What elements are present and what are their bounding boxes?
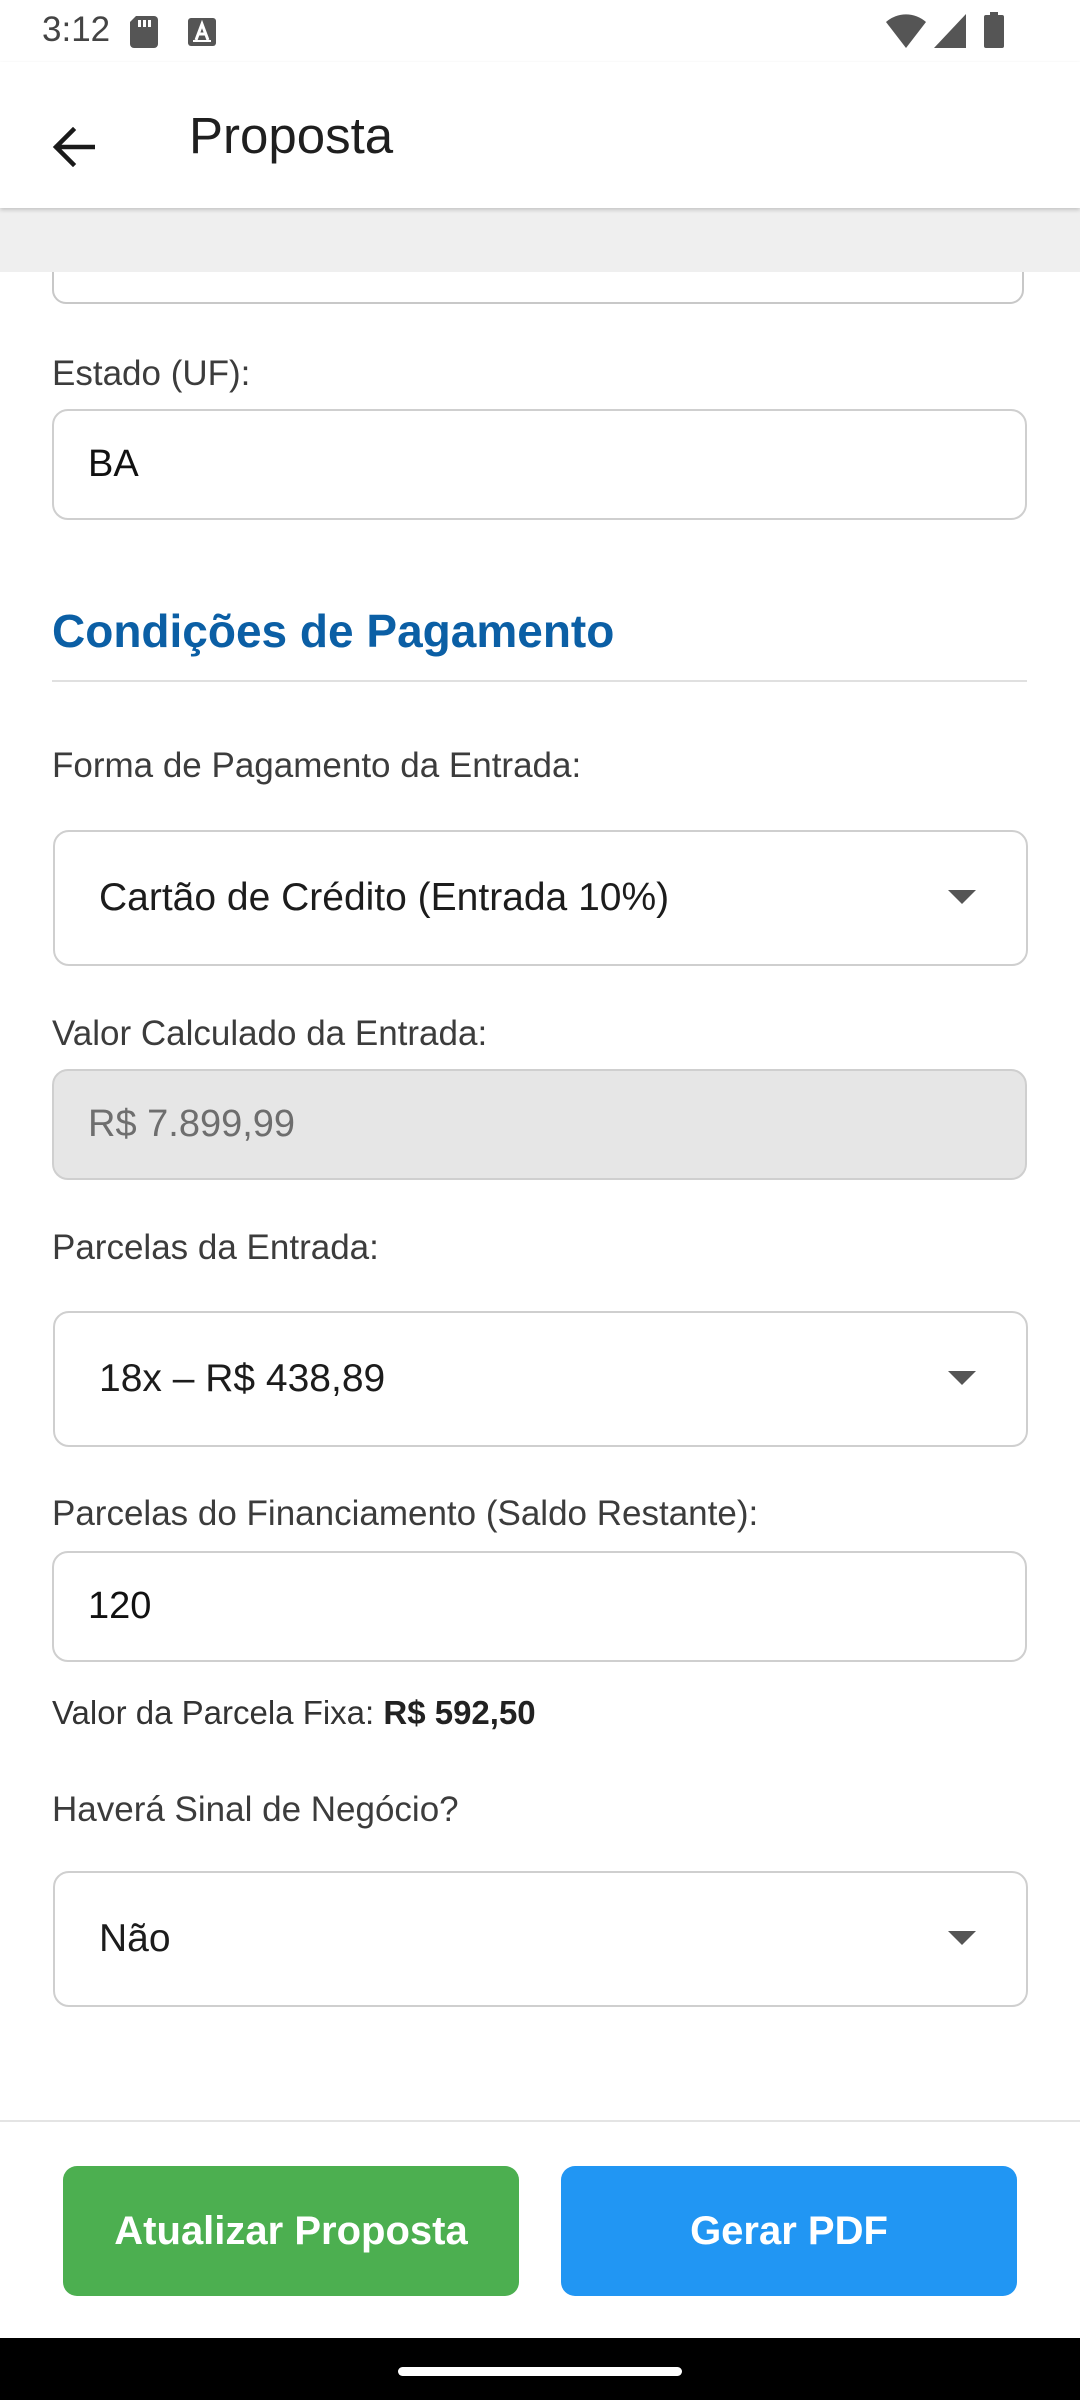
down-payment-method-value: Cartão de Crédito (Entrada 10%): [99, 876, 670, 919]
section-divider: [52, 680, 1027, 682]
status-bar: 3:12: [0, 0, 1080, 62]
app-bar: Proposta: [0, 62, 1080, 208]
state-label: Estado (UF):: [52, 354, 251, 393]
dropdown-arrow-icon: [948, 1931, 976, 1945]
bottom-action-bar: Atualizar Proposta Gerar PDF: [0, 2120, 1080, 2338]
deal-signal-label: Haverá Sinal de Negócio?: [52, 1790, 459, 1829]
previous-field[interactable]: [52, 272, 1024, 304]
down-payment-method-label: Forma de Pagamento da Entrada:: [52, 746, 582, 785]
content-top-strip: [0, 208, 1080, 272]
down-payment-installments-dropdown[interactable]: 18x – R$ 438,89: [53, 1311, 1028, 1447]
page-title: Proposta: [189, 107, 394, 164]
form-content[interactable]: Estado (UF): BA Condições de Pagamento F…: [0, 272, 1080, 2120]
signal-icon: [934, 14, 966, 53]
down-payment-installments-label: Parcelas da Entrada:: [52, 1228, 379, 1267]
arrow-left-icon: [52, 127, 95, 167]
sd-card-icon: [130, 16, 158, 53]
home-gesture-handle[interactable]: [398, 2367, 682, 2376]
update-proposal-button[interactable]: Atualizar Proposta: [63, 2166, 519, 2296]
fixed-installment-text: Valor da Parcela Fixa: R$ 592,50: [52, 1694, 536, 1732]
down-payment-method-dropdown[interactable]: Cartão de Crédito (Entrada 10%): [53, 830, 1028, 966]
down-payment-installments-value: 18x – R$ 438,89: [99, 1357, 386, 1400]
down-payment-value: R$ 7.899,99: [88, 1103, 296, 1145]
fixed-installment-label: Valor da Parcela Fixa:: [52, 1694, 384, 1731]
section-title: Condições de Pagamento: [52, 605, 615, 657]
fixed-installment-amount: R$ 592,50: [383, 1694, 536, 1731]
financing-installments-label: Parcelas do Financiamento (Saldo Restant…: [52, 1494, 759, 1533]
state-value: BA: [88, 443, 139, 485]
down-payment-value-field: R$ 7.899,99: [52, 1069, 1027, 1180]
battery-icon: [984, 12, 1004, 53]
screen: 3:12 Proposta Estado (UF): BA Condições …: [0, 0, 1080, 2400]
generate-pdf-button[interactable]: Gerar PDF: [561, 2166, 1017, 2296]
state-field[interactable]: BA: [52, 409, 1027, 520]
dropdown-arrow-icon: [948, 1371, 976, 1385]
system-nav-bar: [0, 2338, 1080, 2400]
financing-installments-field[interactable]: 120: [52, 1551, 1027, 1662]
deal-signal-value: Não: [99, 1917, 171, 1960]
back-button[interactable]: [30, 104, 116, 190]
financing-installments-value: 120: [88, 1585, 152, 1627]
deal-signal-dropdown[interactable]: Não: [53, 1871, 1028, 2007]
dropdown-arrow-icon: [948, 890, 976, 904]
down-payment-value-label: Valor Calculado da Entrada:: [52, 1014, 488, 1053]
status-time: 3:12: [42, 10, 111, 49]
wifi-icon: [886, 14, 926, 53]
text-app-icon: [188, 18, 216, 51]
